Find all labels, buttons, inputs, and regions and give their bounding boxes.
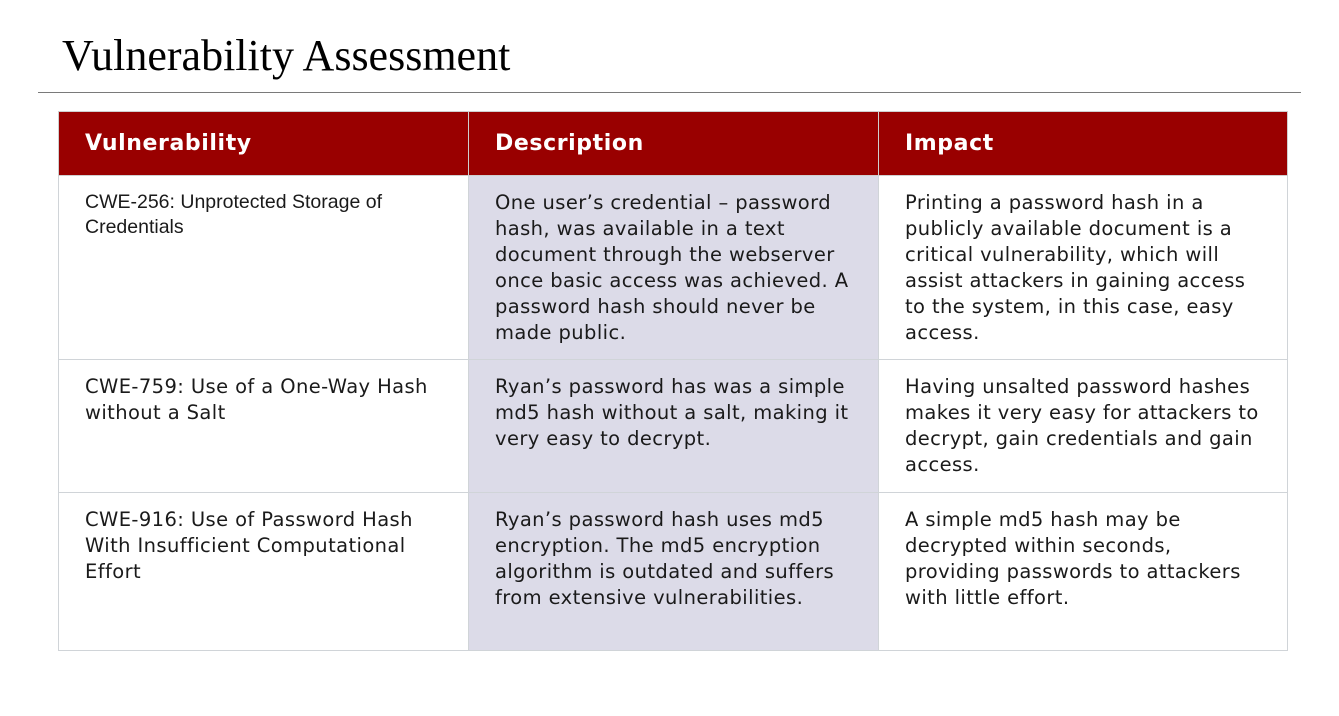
impact-cell: Having unsalted password hashes makes it… <box>878 359 1288 493</box>
table-row: CWE-916: Use of Password Hash With Insuf… <box>58 492 1288 651</box>
vulnerability-cell: CWE-256: Unprotected Storage of Credenti… <box>58 175 469 360</box>
description-cell: One user’s credential – password hash, w… <box>468 175 879 360</box>
description-cell: Ryan’s password hash uses md5 encryption… <box>468 492 879 651</box>
page-title: Vulnerability Assessment <box>62 31 511 80</box>
column-header-impact: Impact <box>878 111 1288 176</box>
impact-cell: A simple md5 hash may be decrypted withi… <box>878 492 1288 651</box>
impact-cell: Printing a password hash in a publicly a… <box>878 175 1288 360</box>
column-header-vulnerability: Vulnerability <box>58 111 469 176</box>
table-row: CWE-256: Unprotected Storage of Credenti… <box>58 175 1288 360</box>
vulnerability-cell: CWE-916: Use of Password Hash With Insuf… <box>58 492 469 651</box>
title-divider <box>38 92 1301 93</box>
column-header-description: Description <box>468 111 879 176</box>
table-header-row: Vulnerability Description Impact <box>58 111 1288 176</box>
vulnerability-table: Vulnerability Description Impact CWE-256… <box>58 111 1288 651</box>
vulnerability-cell: CWE-759: Use of a One-Way Hash without a… <box>58 359 469 493</box>
description-cell: Ryan’s password has was a simple md5 has… <box>468 359 879 493</box>
table-row: CWE-759: Use of a One-Way Hash without a… <box>58 359 1288 493</box>
